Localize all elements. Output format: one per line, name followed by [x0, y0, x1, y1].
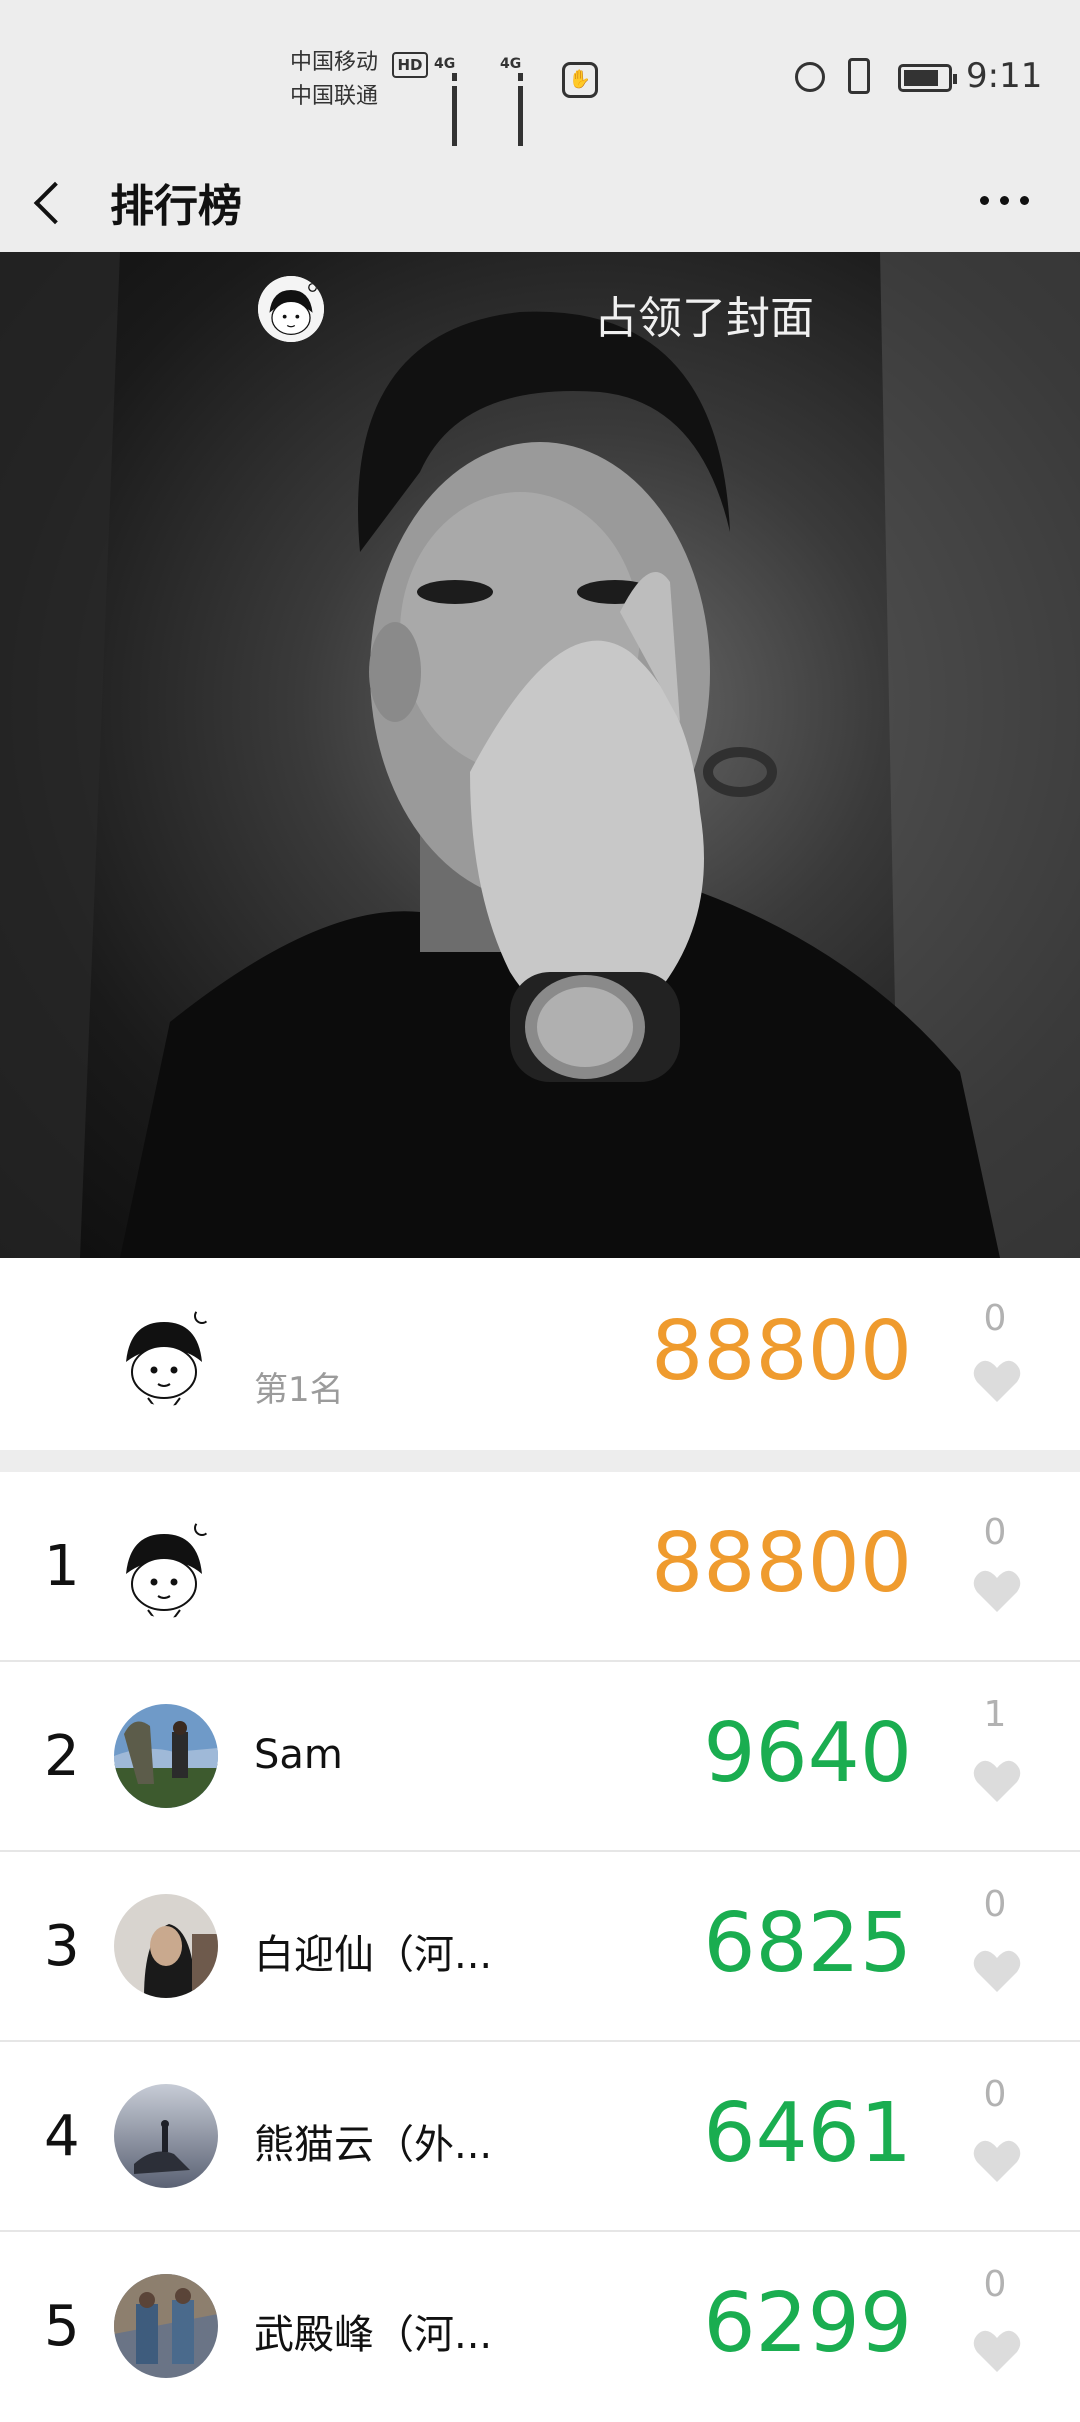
row-name: 武殿峰（河...	[254, 2312, 493, 2358]
battery-fill	[904, 70, 938, 86]
row-rank: 4	[44, 2104, 80, 2169]
section-divider	[0, 1450, 1080, 1472]
row-steps: 9640	[703, 1706, 912, 1801]
hand-icon: ✋	[562, 62, 598, 98]
alarm-icon	[795, 62, 825, 92]
cartoon-avatar-icon	[258, 276, 324, 342]
photo-avatar-icon	[114, 2084, 218, 2188]
cover-photo[interactable]: 占领了封面	[0, 252, 1080, 1258]
photo-avatar-icon	[114, 1894, 218, 1998]
nav-bar: 排行榜	[0, 150, 1080, 252]
vibrate-icon	[848, 58, 870, 94]
cover-owner-avatar[interactable]	[258, 276, 324, 342]
my-avatar[interactable]	[114, 1302, 218, 1406]
cartoon-avatar-icon	[114, 1514, 218, 1618]
row-avatar[interactable]	[114, 1894, 218, 1998]
carrier-2: 中国联通	[290, 84, 379, 109]
row-like-count: 0	[983, 2074, 1007, 2115]
my-steps: 88800	[651, 1304, 912, 1399]
cover-caption: 占领了封面	[594, 293, 814, 344]
more-icon[interactable]	[978, 184, 1032, 216]
heart-icon[interactable]	[972, 1948, 1022, 1994]
heart-icon[interactable]	[972, 2138, 1022, 2184]
row-avatar[interactable]	[114, 1514, 218, 1618]
heart-icon[interactable]	[972, 2328, 1022, 2374]
photo-avatar-icon	[114, 1704, 218, 1808]
photo-avatar-icon	[114, 2274, 218, 2378]
row-steps: 6461	[703, 2086, 912, 2181]
leaderboard-row-5[interactable]: 5 武殿峰（河... 6299 0	[0, 2232, 1080, 2422]
my-rank-label: 第1名	[254, 1370, 344, 1410]
row-rank: 5	[44, 2294, 80, 2359]
row-rank: 1	[44, 1534, 80, 1599]
heart-icon[interactable]	[972, 1568, 1022, 1614]
heart-icon[interactable]	[972, 1758, 1022, 1804]
leaderboard-row-1[interactable]: 1 88800 0	[0, 1472, 1080, 1662]
page-title: 排行榜	[110, 181, 242, 232]
my-like-count: 0	[983, 1298, 1007, 1339]
row-name: Sam	[254, 1732, 343, 1778]
leaderboard-row-3[interactable]: 3 白迎仙（河... 6825 0	[0, 1852, 1080, 2042]
row-avatar[interactable]	[114, 2084, 218, 2188]
row-like-count: 0	[983, 1884, 1007, 1925]
leaderboard-list: 1 88800 0 2 Sam 9640 1 3 白迎仙（河... 6825 0…	[0, 1472, 1080, 2422]
clock: 9:11	[966, 56, 1043, 96]
row-avatar[interactable]	[114, 1704, 218, 1808]
row-steps: 6825	[703, 1896, 912, 1991]
row-steps: 6299	[703, 2276, 912, 2371]
leaderboard-row-2[interactable]: 2 Sam 9640 1	[0, 1662, 1080, 1852]
cartoon-avatar-icon	[114, 1302, 218, 1406]
row-like-count: 0	[983, 1512, 1007, 1553]
row-like-count: 0	[983, 2264, 1007, 2305]
row-rank: 3	[44, 1914, 80, 1979]
row-name: 白迎仙（河...	[254, 1932, 493, 1978]
row-steps: 88800	[651, 1516, 912, 1611]
heart-icon[interactable]	[972, 1358, 1022, 1404]
hd-badge: HD	[392, 52, 428, 78]
row-avatar[interactable]	[114, 2274, 218, 2378]
my-rank-card[interactable]: 第1名 88800 0	[0, 1258, 1080, 1450]
status-bar: 中国移动 中国联通 HD 4G 4G ✋ 9:11	[0, 0, 1080, 150]
row-name: 熊猫云（外...	[254, 2122, 493, 2168]
leaderboard-row-4[interactable]: 4 熊猫云（外... 6461 0	[0, 2042, 1080, 2232]
row-rank: 2	[44, 1724, 80, 1789]
row-like-count: 1	[983, 1694, 1007, 1735]
back-icon[interactable]	[33, 181, 77, 225]
cover-image	[0, 252, 1080, 1258]
battery-icon	[898, 64, 957, 92]
